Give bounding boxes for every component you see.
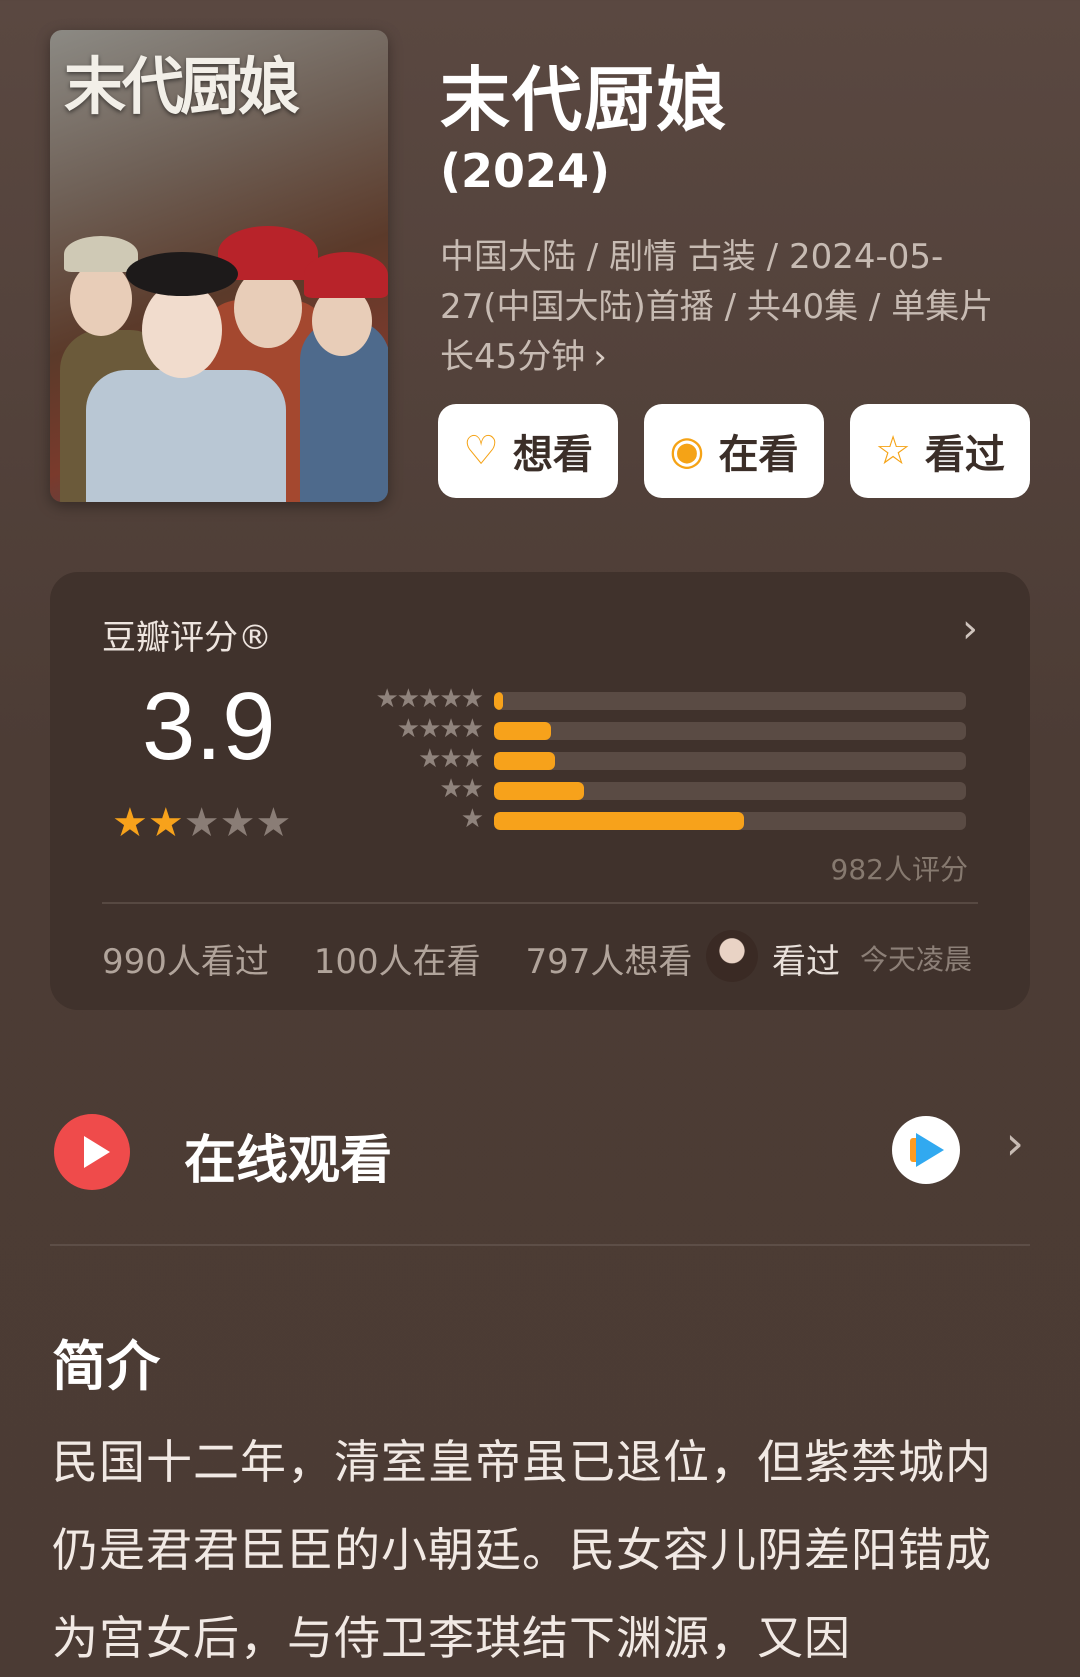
poster-figure <box>64 236 138 272</box>
divider <box>50 1244 1030 1246</box>
dist-bar-track <box>494 782 966 800</box>
poster-figure <box>142 282 222 378</box>
chevron-right-icon[interactable]: › <box>962 606 978 652</box>
dist-bar-track <box>494 812 966 830</box>
tencent-video-icon[interactable] <box>892 1116 960 1184</box>
meta-text: 中国大陆 / 剧情 古装 / 2024-05-27(中国大陆)首播 / 共40集… <box>440 237 994 377</box>
want-to-watch-button[interactable]: ♡ 想看 <box>438 404 618 498</box>
star-icon: ☆ <box>875 428 911 474</box>
chevron-right-icon: › <box>1005 1116 1024 1170</box>
dist-stars-label: ★ <box>460 804 484 834</box>
dist-stars-label: ★★ <box>439 774 484 804</box>
want-count[interactable]: 797人想看 <box>525 942 692 982</box>
target-icon: ◉ <box>669 428 705 474</box>
poster-figure <box>86 370 286 502</box>
dist-bar-fill <box>494 752 556 770</box>
rating-stars: ★★★★★ <box>112 800 291 846</box>
dist-bar-track <box>494 692 966 710</box>
watching-button[interactable]: ◉ 在看 <box>644 404 824 498</box>
intro-heading: 简介 <box>52 1335 160 1398</box>
watched-label: 看过 <box>924 432 1005 478</box>
rating-label: 豆瓣评分® <box>102 618 272 658</box>
rating-dist-row: ★★★ <box>350 744 970 774</box>
rating-dist-row: ★★★★★ <box>350 684 970 714</box>
divider <box>102 902 978 904</box>
rating-score: 3.9 <box>142 673 276 780</box>
friend-time: 今天凌晨 <box>860 943 973 976</box>
dist-stars-label: ★★★★ <box>396 714 484 744</box>
poster-title-art: 末代厨娘 <box>64 50 300 123</box>
rating-dist-row: ★★ <box>350 774 970 804</box>
meta-info[interactable]: 中国大陆 / 剧情 古装 / 2024-05-27(中国大陆)首播 / 共40集… <box>440 232 1000 382</box>
poster-figure <box>70 262 132 336</box>
friend-action: 看过 <box>772 942 840 982</box>
dist-bar-fill <box>494 692 504 710</box>
chevron-right-icon: › <box>593 337 607 377</box>
watching-label: 在看 <box>718 432 799 478</box>
poster-image[interactable]: 末代厨娘 <box>50 30 388 502</box>
intro-text[interactable]: 民国十二年，清室皇帝虽已退位，但紫禁城内仍是君君臣臣的小朝廷。民女容儿阴差阳错成… <box>52 1418 1032 1677</box>
rating-count: 982人评分 <box>830 853 968 886</box>
dist-bar-track <box>494 722 966 740</box>
poster-figure <box>234 268 302 348</box>
play-icon <box>54 1114 130 1190</box>
dist-bar-fill <box>494 812 745 830</box>
want-to-watch-label: 想看 <box>512 432 593 478</box>
poster-figure <box>304 252 388 298</box>
page-title: 末代厨娘 <box>440 59 728 141</box>
dist-bar-track <box>494 752 966 770</box>
poster-figure <box>126 252 238 296</box>
dist-stars-label: ★★★ <box>418 744 484 774</box>
rating-card[interactable]: 豆瓣评分® › 3.9 ★★★★★ ★★★★★ ★★★★ ★★★ ★★ ★ 98… <box>50 572 1030 1010</box>
heart-plus-icon: ♡ <box>463 428 499 474</box>
watch-online-label: 在线观看 <box>184 1131 393 1191</box>
dist-bar-fill <box>494 722 551 740</box>
dist-stars-label: ★★★★★ <box>375 684 484 714</box>
avatar[interactable] <box>706 930 758 982</box>
dist-bar-fill <box>494 782 584 800</box>
star-empty-icon: ★★★ <box>183 800 292 846</box>
release-year: (2024) <box>440 144 611 198</box>
rating-dist-row: ★ <box>350 804 970 834</box>
rating-dist-row: ★★★★ <box>350 714 970 744</box>
star-filled-icon: ★★ <box>112 800 184 846</box>
watch-online-row[interactable]: 在线观看 › <box>50 1110 1030 1210</box>
watched-button[interactable]: ☆ 看过 <box>850 404 1030 498</box>
viewer-stats: 990人看过 100人在看 797人想看 <box>102 934 726 983</box>
seen-count[interactable]: 990人看过 <box>102 942 269 982</box>
watching-count[interactable]: 100人在看 <box>314 942 481 982</box>
